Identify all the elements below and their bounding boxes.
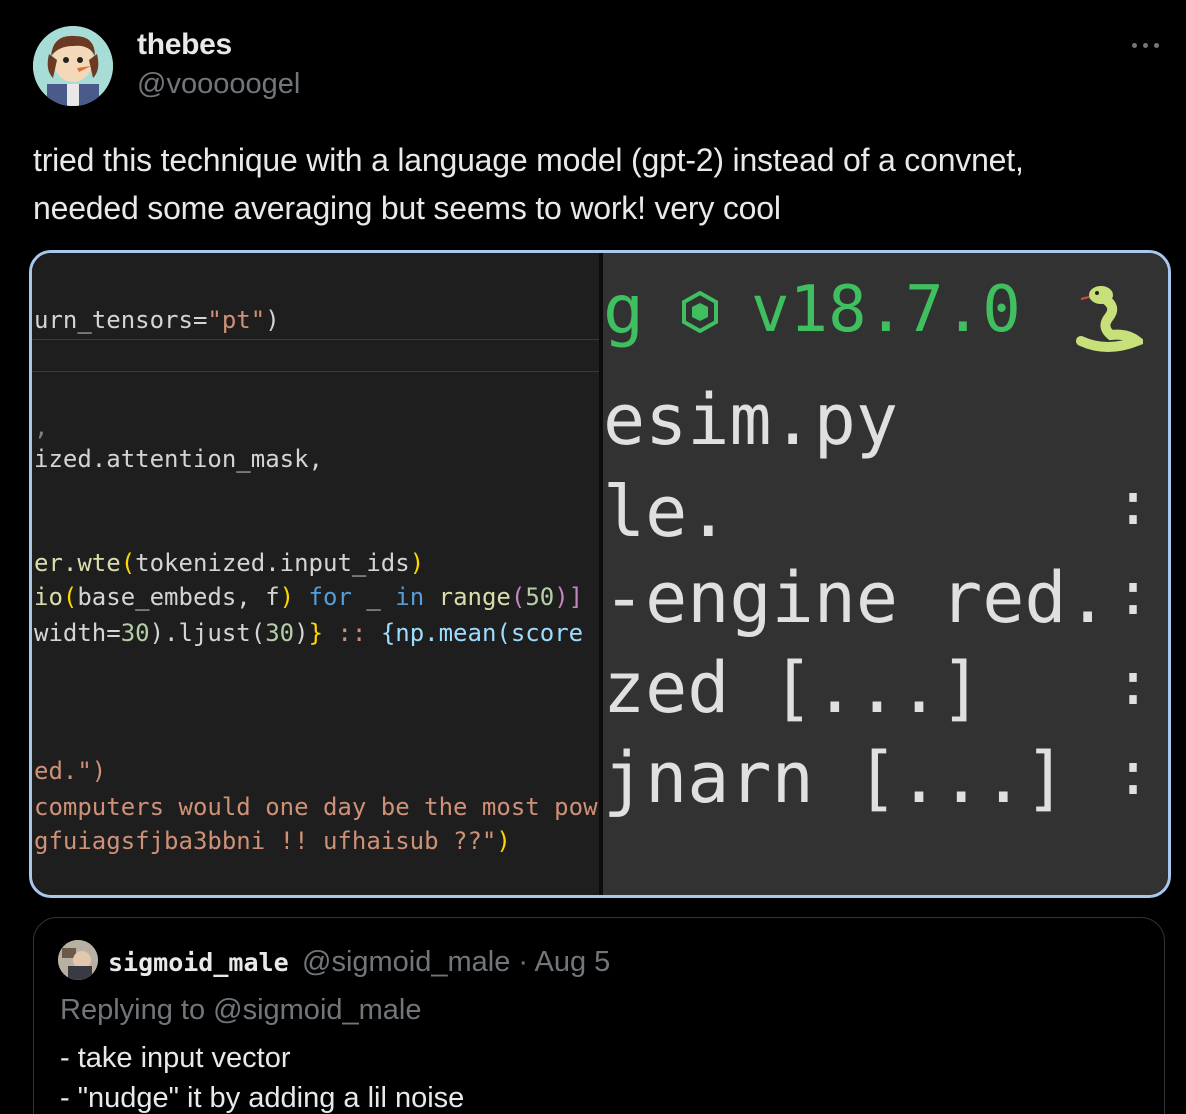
python-snake-icon <box>1076 286 1143 352</box>
code-line: ed.") <box>34 757 107 785</box>
author-display-name[interactable]: thebes <box>137 28 232 62</box>
tweet-text-line: needed some averaging but seems to work!… <box>33 190 781 226</box>
code-line: gfuiagsfjba3bbni !! ufhaisub ??") <box>34 827 511 855</box>
avatar-photo-icon <box>58 940 98 980</box>
terminal-line: le. <box>603 471 730 553</box>
quoted-text-line: - "nudge" it by adding a lil noise <box>60 1082 465 1114</box>
terminal-prompt-fragment: g <box>603 271 644 350</box>
quoted-author-meta[interactable]: @sigmoid_male · Aug 5 <box>302 946 610 979</box>
code-line: io(base_embeds, f) for _ in range(50)] <box>34 583 584 611</box>
terminal-line: zed [...] <box>603 647 983 729</box>
code-line: urn_tensors="pt") <box>34 306 280 334</box>
code-separator <box>32 371 600 372</box>
tweet-page: thebes @vooooogel tried this technique w… <box>0 0 1186 1114</box>
nodejs-icon <box>682 291 718 333</box>
author-handle[interactable]: @vooooogel <box>137 68 300 101</box>
node-version: v18.7.0 <box>751 273 1021 347</box>
terminal-colon: : <box>1115 469 1152 539</box>
tweet-media-image[interactable]: urn_tensors="pt") , ized.attention_mask,… <box>29 250 1171 898</box>
quoted-tweet[interactable]: sigmoid_male @sigmoid_male · Aug 5 Reply… <box>33 917 1165 1114</box>
code-line: computers would one day be the most pow <box>34 793 598 821</box>
tweet-text: tried this technique with a language mod… <box>33 136 1163 232</box>
terminal-line: -engine red. <box>603 557 1109 639</box>
code-line: ized.attention_mask, <box>34 445 323 473</box>
terminal-colon: : <box>1115 739 1152 809</box>
terminal-line: jnarn [...] <box>603 737 1067 819</box>
quoted-author-name[interactable]: sigmoid_male <box>108 948 289 977</box>
quoted-text-line: - take input vector <box>60 1042 291 1074</box>
code-line: , <box>34 413 49 441</box>
terminal-screenshot: g v18.7.0 esim.py le. -engine red. zed [… <box>603 253 1168 895</box>
code-line: width=30).ljust(30)} :: {np.mean(score <box>34 619 584 647</box>
avatar-illustration-icon <box>33 26 113 106</box>
code-separator <box>32 339 600 340</box>
quoted-author-avatar[interactable] <box>58 940 98 980</box>
more-options-icon[interactable] <box>1124 30 1168 60</box>
terminal-colon: : <box>1115 649 1152 719</box>
code-line: er.wte(tokenized.input_ids) <box>34 549 425 577</box>
author-avatar[interactable] <box>33 26 113 106</box>
terminal-colon: : <box>1115 559 1152 629</box>
terminal-line: esim.py <box>603 379 899 461</box>
tweet-text-line: tried this technique with a language mod… <box>33 142 1024 178</box>
code-editor-screenshot: urn_tensors="pt") , ized.attention_mask,… <box>32 253 600 895</box>
replying-to[interactable]: Replying to @sigmoid_male <box>60 994 422 1027</box>
